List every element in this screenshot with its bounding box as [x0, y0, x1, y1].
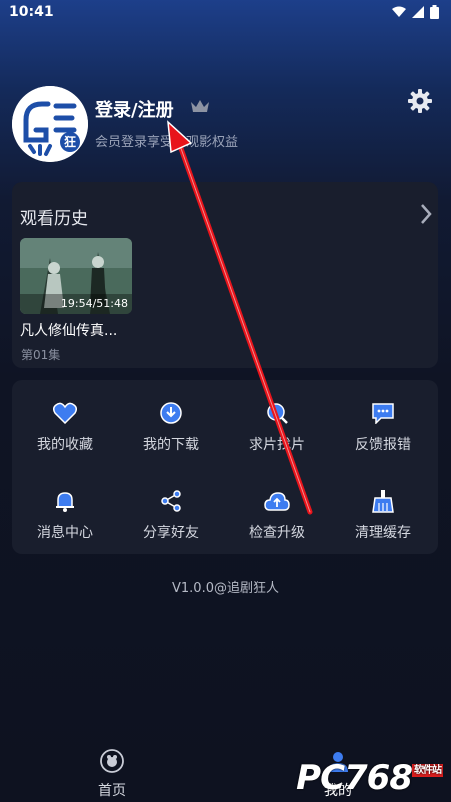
- tab-home[interactable]: 首页: [80, 748, 144, 800]
- feedback-icon: [372, 403, 394, 424]
- share-friends-button[interactable]: 分享好友: [118, 488, 224, 542]
- broom-icon: [372, 490, 394, 513]
- clear-cache-button[interactable]: 清理缓存: [330, 488, 436, 542]
- watch-progress-text: 19:54/51:48: [60, 297, 128, 310]
- request-film-button[interactable]: 求片找片: [224, 400, 330, 454]
- cloud-upgrade-icon: [264, 492, 290, 511]
- signal-icon: [412, 6, 424, 18]
- chevron-right-icon[interactable]: [419, 203, 433, 229]
- history-episode: 第01集: [21, 348, 61, 362]
- feature-label: 我的下载: [143, 437, 199, 453]
- history-video-title[interactable]: 凡人修仙传真...: [20, 320, 117, 340]
- battery-icon: [430, 5, 439, 19]
- video-thumbnail[interactable]: 19:54/51:48: [20, 238, 132, 314]
- tab-home-label: 首页: [98, 783, 126, 799]
- status-icons: [392, 5, 439, 19]
- home-icon: [100, 749, 124, 773]
- status-bar: 10:41: [0, 0, 451, 26]
- message-center-button[interactable]: 消息中心: [12, 488, 118, 542]
- watch-history-title[interactable]: 观看历史: [20, 204, 88, 229]
- settings-gear-icon[interactable]: [407, 88, 433, 118]
- feature-label: 消息中心: [37, 525, 93, 541]
- watermark-logo: PC768 软件站: [296, 758, 443, 798]
- watermark-text: PC768: [296, 758, 413, 798]
- wifi-icon: [392, 6, 406, 17]
- feature-label: 检查升级: [249, 525, 305, 541]
- my-downloads-button[interactable]: 我的下载: [118, 400, 224, 454]
- status-time: 10:41: [9, 4, 54, 20]
- check-upgrade-button[interactable]: 检查升级: [224, 488, 330, 542]
- share-icon: [161, 490, 181, 512]
- app-logo-icon: [12, 86, 88, 162]
- login-register-link[interactable]: 登录/注册: [95, 96, 174, 122]
- my-favorites-button[interactable]: 我的收藏: [12, 400, 118, 454]
- search-film-icon: [267, 403, 288, 424]
- heart-icon: [53, 402, 77, 424]
- bell-icon: [56, 492, 74, 512]
- feature-label: 分享好友: [143, 525, 199, 541]
- feature-label: 求片找片: [249, 437, 305, 453]
- feature-label: 反馈报错: [355, 437, 411, 453]
- version-text: V1.0.0@追剧狂人: [172, 581, 279, 596]
- member-subtitle: 会员登录享受多观影权益: [95, 135, 239, 150]
- feature-label: 我的收藏: [37, 437, 93, 453]
- download-icon: [160, 402, 182, 424]
- feature-label: 清理缓存: [355, 525, 411, 541]
- avatar-badge-text: 狂: [64, 135, 77, 149]
- avatar[interactable]: 狂: [12, 86, 88, 162]
- feedback-button[interactable]: 反馈报错: [330, 400, 436, 454]
- feature-grid: 我的收藏 我的下载 求片找片 反馈报错 消息中心 分享好友 检查升级 清理缓存: [12, 380, 438, 554]
- crown-icon: [190, 98, 210, 118]
- watermark-small: 软件站: [412, 764, 443, 777]
